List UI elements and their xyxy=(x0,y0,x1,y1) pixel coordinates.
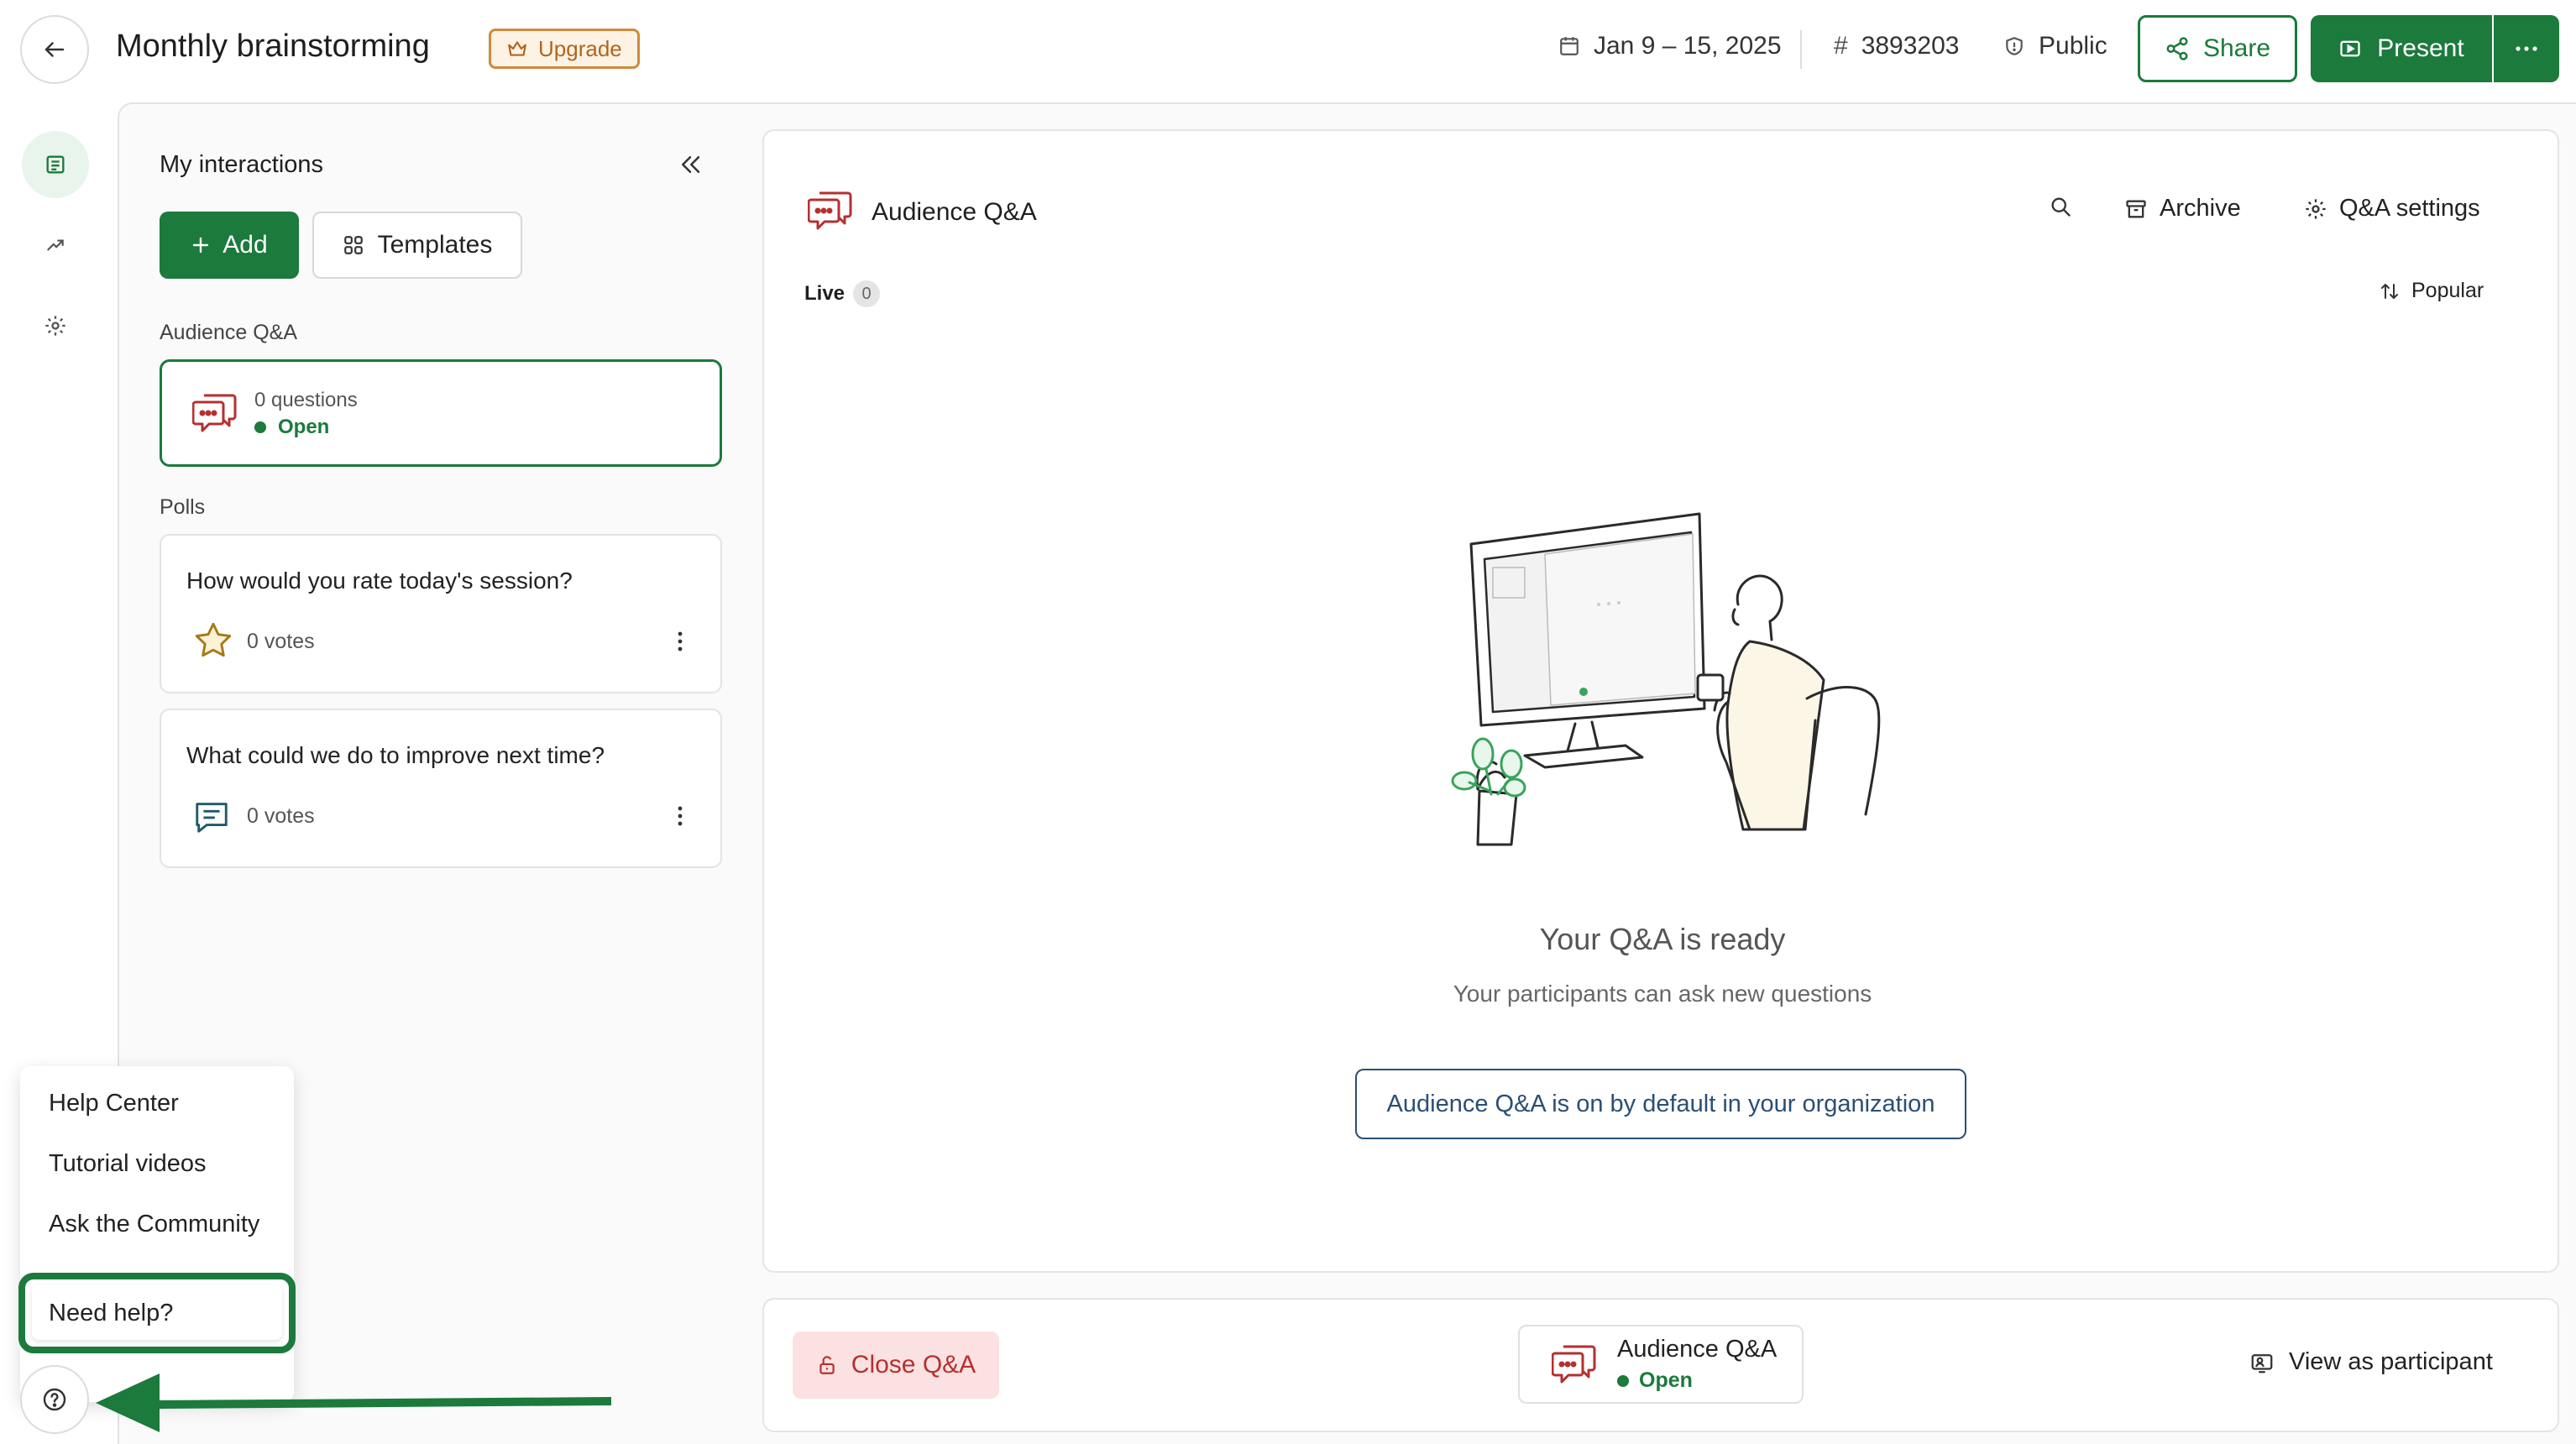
poll-title: What could we do to improve next time? xyxy=(186,742,605,768)
close-qa-button[interactable]: Close Q&A xyxy=(793,1332,999,1399)
poll-votes: 0 votes xyxy=(247,630,315,653)
collapse-panel-button[interactable] xyxy=(672,146,709,183)
share-label: Share xyxy=(2202,34,2271,62)
empty-state-title: Your Q&A is ready xyxy=(1539,922,1786,956)
chat-bubble-icon xyxy=(1552,1345,1596,1384)
live-tab[interactable]: Live 0 xyxy=(804,280,881,307)
comment-lines-icon xyxy=(196,803,228,833)
search-icon xyxy=(2051,197,2071,217)
poll-votes: 0 votes xyxy=(247,804,315,828)
kebab-icon xyxy=(678,806,683,826)
poll-card[interactable]: What could we do to improve next time? 0… xyxy=(160,709,722,868)
date-range: Jan 9 – 15, 2025 xyxy=(1594,32,1782,60)
poll-options-button[interactable] xyxy=(663,799,697,833)
help-button[interactable] xyxy=(20,1365,89,1434)
star-icon xyxy=(195,622,232,657)
rail-settings-button[interactable] xyxy=(22,292,89,359)
calendar-icon xyxy=(1560,37,1579,55)
back-button[interactable] xyxy=(20,15,89,84)
archive-icon xyxy=(2126,200,2146,217)
rail-interactions-button[interactable] xyxy=(22,131,89,198)
qa-status: Open xyxy=(254,416,329,439)
present-button[interactable]: Present xyxy=(2311,15,2492,82)
poll-title: How would you rate today's session? xyxy=(186,568,573,594)
lock-open-icon xyxy=(819,1356,835,1374)
more-dots-icon xyxy=(2516,46,2537,51)
event-code-value: 3893203 xyxy=(1861,32,1960,60)
polls-section-label: Polls xyxy=(160,495,206,519)
search-button[interactable] xyxy=(2049,195,2072,218)
qa-question-count: 0 questions xyxy=(254,389,358,411)
close-qa-label: Close Q&A xyxy=(851,1351,976,1379)
chip-status-label: Open xyxy=(1639,1368,1693,1392)
archive-label: Archive xyxy=(2160,195,2241,222)
qa-settings-button[interactable]: Q&A settings xyxy=(2304,195,2480,222)
rail-analytics-button[interactable] xyxy=(22,212,89,279)
qa-title: Audience Q&A xyxy=(872,198,1037,226)
gear-icon xyxy=(45,316,65,336)
shield-icon xyxy=(2006,37,2023,55)
back-arrow-icon xyxy=(45,42,65,57)
interactions-panel-title: My interactions xyxy=(160,151,324,178)
sort-label: Popular xyxy=(2411,279,2484,302)
chip-text: Audience Q&A Open xyxy=(1617,1336,1777,1393)
visibility-setting[interactable]: Public xyxy=(2003,32,2107,60)
gear-icon xyxy=(2306,198,2326,219)
templates-button[interactable]: Templates xyxy=(312,212,522,279)
trend-icon xyxy=(47,239,64,251)
view-as-participant-label: View as participant xyxy=(2289,1348,2493,1375)
crown-icon xyxy=(508,41,526,56)
chip-title: Audience Q&A xyxy=(1617,1336,1778,1363)
present-label: Present xyxy=(2377,34,2464,62)
page-title: Monthly brainstorming xyxy=(116,29,430,64)
present-options-button[interactable] xyxy=(2494,15,2559,82)
view-as-participant-button[interactable]: View as participant xyxy=(2249,1348,2493,1376)
list-icon xyxy=(46,155,65,174)
kebab-icon xyxy=(678,631,683,651)
upgrade-label: Upgrade xyxy=(538,35,622,61)
ask-community-item[interactable]: Ask the Community xyxy=(49,1211,259,1238)
templates-label: Templates xyxy=(377,231,493,259)
tutorial-videos-item[interactable]: Tutorial videos xyxy=(49,1150,207,1178)
share-icon xyxy=(2166,37,2188,60)
participant-icon xyxy=(2251,1353,2273,1373)
help-center-item[interactable]: Help Center xyxy=(49,1090,179,1117)
need-help-item[interactable]: Need help? xyxy=(49,1300,173,1327)
help-question-icon xyxy=(43,1388,66,1411)
poll-card[interactable]: How would you rate today's session? 0 vo… xyxy=(160,534,722,693)
status-dot xyxy=(1617,1374,1629,1387)
plus-icon xyxy=(193,237,209,254)
qa-section-label: Audience Q&A xyxy=(160,321,297,344)
chat-bubble-icon xyxy=(192,394,237,432)
archive-button[interactable]: Archive xyxy=(2124,195,2241,222)
poll-options-button[interactable] xyxy=(663,625,697,658)
qa-status-chip[interactable]: Audience Q&A Open xyxy=(1518,1325,1804,1404)
add-label: Add xyxy=(223,231,268,259)
share-button[interactable]: Share xyxy=(2138,15,2297,82)
add-interaction-button[interactable]: Add xyxy=(160,212,299,279)
event-dates[interactable]: Jan 9 – 15, 2025 xyxy=(1558,32,1782,60)
live-count-badge: 0 xyxy=(853,280,881,307)
grid-icon xyxy=(343,236,363,254)
event-code[interactable]: # 3893203 xyxy=(1834,32,1959,60)
empty-state-subtitle: Your participants can ask new questions xyxy=(1453,981,1872,1007)
upgrade-button[interactable]: Upgrade xyxy=(489,29,640,69)
visibility-label: Public xyxy=(2039,32,2107,60)
sort-dropdown[interactable]: Popular xyxy=(2380,279,2484,303)
chat-bubble-icon xyxy=(808,191,852,230)
present-icon xyxy=(2340,40,2360,57)
qa-status-label: Open xyxy=(278,416,330,438)
annotation-arrow xyxy=(96,1373,611,1432)
sort-icon xyxy=(2381,283,2398,299)
hash-icon: # xyxy=(1834,32,1848,60)
chip-status: Open xyxy=(1617,1368,1777,1393)
qa-interaction-card[interactable]: 0 questions Open xyxy=(160,359,722,467)
qa-settings-label: Q&A settings xyxy=(2339,195,2480,222)
live-label: Live xyxy=(804,282,846,305)
header-divider xyxy=(1800,30,1802,69)
org-default-notice-button[interactable]: Audience Q&A is on by default in your or… xyxy=(1355,1069,1966,1139)
qa-ready-illustration xyxy=(1451,512,1881,846)
double-chevron-left-icon xyxy=(682,156,700,173)
status-dot xyxy=(254,421,266,433)
